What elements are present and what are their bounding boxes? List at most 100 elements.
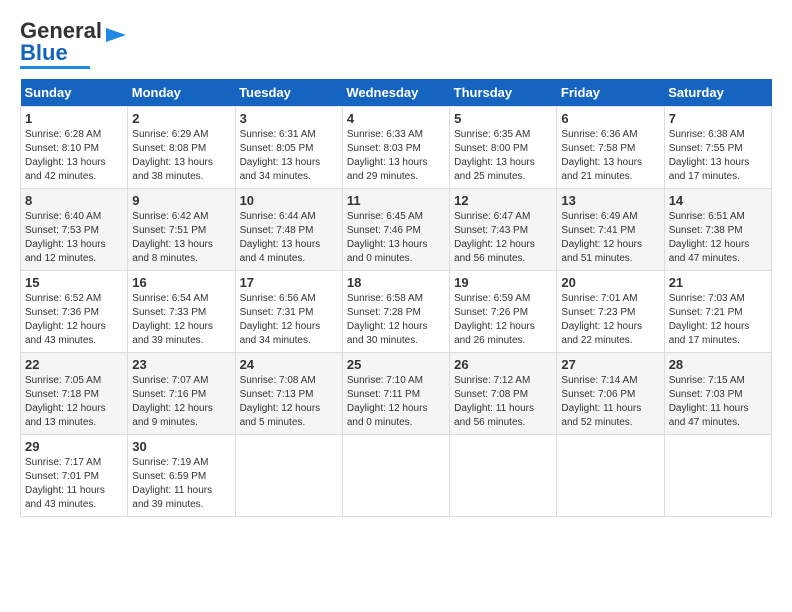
day-cell: 8 Sunrise: 6:40 AM Sunset: 7:53 PM Daylig… <box>21 189 128 271</box>
day-cell: 4Sunrise: 6:33 AM Sunset: 8:03 PM Daylig… <box>342 107 449 189</box>
week-row-3: 15Sunrise: 6:52 AM Sunset: 7:36 PM Dayli… <box>21 271 772 353</box>
day-number: 10 <box>240 193 338 208</box>
day-info: Sunrise: 7:10 AM Sunset: 7:11 PM Dayligh… <box>347 374 445 430</box>
day-cell: 7 Sunrise: 6:38 AM Sunset: 7:55 PM Daylig… <box>664 107 771 189</box>
logo-text: GeneralBlue <box>20 20 102 64</box>
day-cell: 11 Sunrise: 6:45 AM Sunset: 7:46 PM Dayli… <box>342 189 449 271</box>
day-number: 11 <box>347 193 445 208</box>
day-number: 7 <box>669 111 767 126</box>
day-cell: 17Sunrise: 6:56 AM Sunset: 7:31 PM Dayli… <box>235 271 342 353</box>
week-row-5: 29Sunrise: 7:17 AM Sunset: 7:01 PM Dayli… <box>21 435 772 517</box>
day-cell: 12Sunrise: 6:47 AM Sunset: 7:43 PM Dayli… <box>450 189 557 271</box>
day-number: 22 <box>25 357 123 372</box>
day-cell <box>342 435 449 517</box>
day-cell: 6 Sunrise: 6:36 AM Sunset: 7:58 PM Daylig… <box>557 107 664 189</box>
day-number: 13 <box>561 193 659 208</box>
day-number: 26 <box>454 357 552 372</box>
header-row: SundayMondayTuesdayWednesdayThursdayFrid… <box>21 79 772 107</box>
day-cell: 19 Sunrise: 6:59 AM Sunset: 7:26 PM Dayli… <box>450 271 557 353</box>
page-header: GeneralBlue <box>20 20 772 69</box>
day-cell: 18 Sunrise: 6:58 AM Sunset: 7:28 PM Dayli… <box>342 271 449 353</box>
day-number: 2 <box>132 111 230 126</box>
day-cell: 3 Sunrise: 6:31 AM Sunset: 8:05 PM Daylig… <box>235 107 342 189</box>
day-info: Sunrise: 7:08 AM Sunset: 7:13 PM Dayligh… <box>240 374 338 430</box>
day-info: Sunrise: 7:07 AM Sunset: 7:16 PM Dayligh… <box>132 374 230 430</box>
logo-underline <box>20 66 90 69</box>
week-row-4: 22 Sunrise: 7:05 AM Sunset: 7:18 PM Dayli… <box>21 353 772 435</box>
day-info: Sunrise: 6:28 AM Sunset: 8:10 PM Dayligh… <box>25 128 123 184</box>
day-number: 18 <box>347 275 445 290</box>
day-cell: 21Sunrise: 7:03 AM Sunset: 7:21 PM Dayli… <box>664 271 771 353</box>
day-info: Sunrise: 7:14 AM Sunset: 7:06 PM Dayligh… <box>561 374 659 430</box>
calendar-table: SundayMondayTuesdayWednesdayThursdayFrid… <box>20 79 772 517</box>
day-number: 14 <box>669 193 767 208</box>
day-info: Sunrise: 6:38 AM Sunset: 7:55 PM Dayligh… <box>669 128 767 184</box>
day-number: 15 <box>25 275 123 290</box>
day-cell: 14 Sunrise: 6:51 AM Sunset: 7:38 PM Dayli… <box>664 189 771 271</box>
day-number: 24 <box>240 357 338 372</box>
day-cell: 5 Sunrise: 6:35 AM Sunset: 8:00 PM Daylig… <box>450 107 557 189</box>
day-number: 3 <box>240 111 338 126</box>
day-number: 5 <box>454 111 552 126</box>
column-header-tuesday: Tuesday <box>235 79 342 107</box>
day-cell: 10Sunrise: 6:44 AM Sunset: 7:48 PM Dayli… <box>235 189 342 271</box>
day-info: Sunrise: 6:31 AM Sunset: 8:05 PM Dayligh… <box>240 128 338 184</box>
column-header-friday: Friday <box>557 79 664 107</box>
day-number: 27 <box>561 357 659 372</box>
day-info: Sunrise: 6:40 AM Sunset: 7:53 PM Dayligh… <box>25 210 123 266</box>
day-cell: 28Sunrise: 7:15 AM Sunset: 7:03 PM Dayli… <box>664 353 771 435</box>
day-number: 20 <box>561 275 659 290</box>
day-number: 6 <box>561 111 659 126</box>
day-cell <box>235 435 342 517</box>
week-row-1: 1Sunrise: 6:28 AM Sunset: 8:10 PM Daylig… <box>21 107 772 189</box>
day-info: Sunrise: 6:36 AM Sunset: 7:58 PM Dayligh… <box>561 128 659 184</box>
day-number: 19 <box>454 275 552 290</box>
day-info: Sunrise: 6:35 AM Sunset: 8:00 PM Dayligh… <box>454 128 552 184</box>
column-header-thursday: Thursday <box>450 79 557 107</box>
day-cell <box>557 435 664 517</box>
day-cell <box>664 435 771 517</box>
day-number: 23 <box>132 357 230 372</box>
week-row-2: 8 Sunrise: 6:40 AM Sunset: 7:53 PM Daylig… <box>21 189 772 271</box>
day-info: Sunrise: 6:51 AM Sunset: 7:38 PM Dayligh… <box>669 210 767 266</box>
day-number: 9 <box>132 193 230 208</box>
day-cell: 1Sunrise: 6:28 AM Sunset: 8:10 PM Daylig… <box>21 107 128 189</box>
column-header-saturday: Saturday <box>664 79 771 107</box>
column-header-wednesday: Wednesday <box>342 79 449 107</box>
day-info: Sunrise: 7:05 AM Sunset: 7:18 PM Dayligh… <box>25 374 123 430</box>
day-info: Sunrise: 7:19 AM Sunset: 6:59 PM Dayligh… <box>132 456 230 512</box>
day-info: Sunrise: 6:42 AM Sunset: 7:51 PM Dayligh… <box>132 210 230 266</box>
day-info: Sunrise: 6:29 AM Sunset: 8:08 PM Dayligh… <box>132 128 230 184</box>
day-cell: 2 Sunrise: 6:29 AM Sunset: 8:08 PM Daylig… <box>128 107 235 189</box>
day-info: Sunrise: 7:12 AM Sunset: 7:08 PM Dayligh… <box>454 374 552 430</box>
day-cell: 20 Sunrise: 7:01 AM Sunset: 7:23 PM Dayli… <box>557 271 664 353</box>
column-header-monday: Monday <box>128 79 235 107</box>
day-cell: 16Sunrise: 6:54 AM Sunset: 7:33 PM Dayli… <box>128 271 235 353</box>
day-cell: 24 Sunrise: 7:08 AM Sunset: 7:13 PM Dayli… <box>235 353 342 435</box>
day-cell: 23 Sunrise: 7:07 AM Sunset: 7:16 PM Dayli… <box>128 353 235 435</box>
day-cell: 27 Sunrise: 7:14 AM Sunset: 7:06 PM Dayli… <box>557 353 664 435</box>
day-number: 30 <box>132 439 230 454</box>
day-info: Sunrise: 7:01 AM Sunset: 7:23 PM Dayligh… <box>561 292 659 348</box>
day-number: 25 <box>347 357 445 372</box>
day-cell: 22 Sunrise: 7:05 AM Sunset: 7:18 PM Dayli… <box>21 353 128 435</box>
day-number: 12 <box>454 193 552 208</box>
day-info: Sunrise: 6:59 AM Sunset: 7:26 PM Dayligh… <box>454 292 552 348</box>
day-number: 4 <box>347 111 445 126</box>
logo-arrow-icon <box>106 24 128 46</box>
day-number: 16 <box>132 275 230 290</box>
day-number: 29 <box>25 439 123 454</box>
day-cell <box>450 435 557 517</box>
day-cell: 29Sunrise: 7:17 AM Sunset: 7:01 PM Dayli… <box>21 435 128 517</box>
day-number: 8 <box>25 193 123 208</box>
day-info: Sunrise: 6:49 AM Sunset: 7:41 PM Dayligh… <box>561 210 659 266</box>
logo: GeneralBlue <box>20 20 128 69</box>
day-info: Sunrise: 7:15 AM Sunset: 7:03 PM Dayligh… <box>669 374 767 430</box>
day-number: 21 <box>669 275 767 290</box>
column-header-sunday: Sunday <box>21 79 128 107</box>
day-info: Sunrise: 6:45 AM Sunset: 7:46 PM Dayligh… <box>347 210 445 266</box>
day-cell: 25 Sunrise: 7:10 AM Sunset: 7:11 PM Dayli… <box>342 353 449 435</box>
day-cell: 9 Sunrise: 6:42 AM Sunset: 7:51 PM Daylig… <box>128 189 235 271</box>
day-cell: 13 Sunrise: 6:49 AM Sunset: 7:41 PM Dayli… <box>557 189 664 271</box>
day-info: Sunrise: 6:58 AM Sunset: 7:28 PM Dayligh… <box>347 292 445 348</box>
